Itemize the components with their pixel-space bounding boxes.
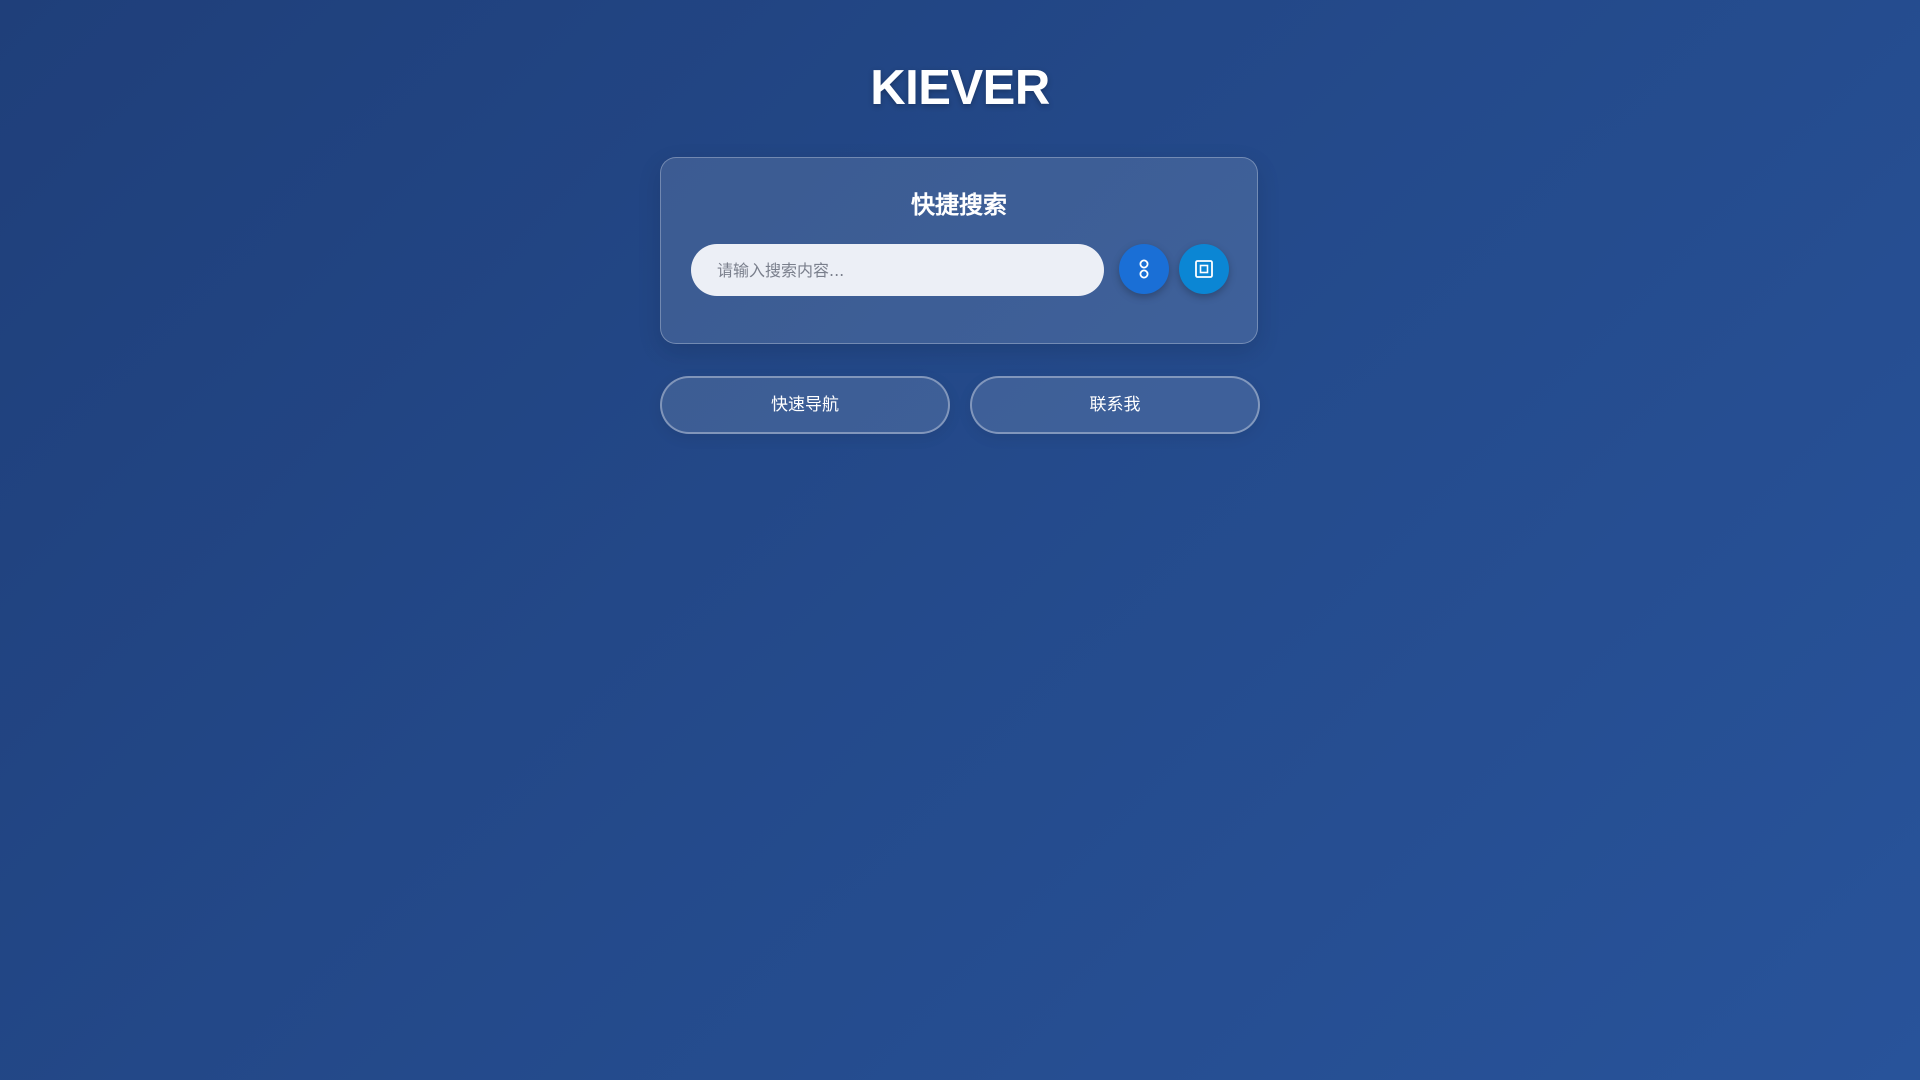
page-title: KIEVER bbox=[870, 61, 1050, 115]
square-frame-icon bbox=[1194, 259, 1214, 279]
quick-nav-button[interactable]: 快速导航 bbox=[660, 376, 950, 434]
search-engine-button-2[interactable] bbox=[1179, 244, 1229, 294]
link-nodes-icon bbox=[1134, 257, 1154, 281]
search-card-title: 快捷搜索 bbox=[911, 191, 1007, 219]
search-engine-button-1[interactable] bbox=[1119, 244, 1169, 294]
contact-me-button[interactable]: 联系我 bbox=[970, 376, 1260, 434]
search-card: 快捷搜索 bbox=[660, 157, 1258, 344]
search-input[interactable] bbox=[691, 244, 1104, 296]
